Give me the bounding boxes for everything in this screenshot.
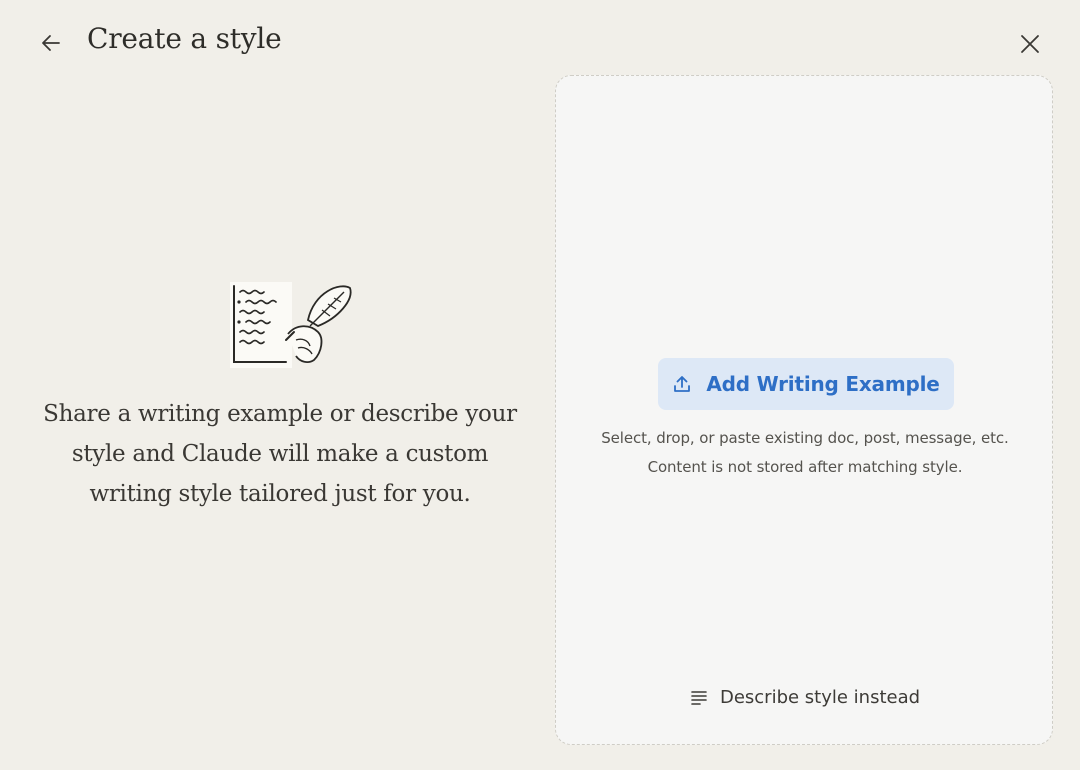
writing-example-dropzone[interactable]: Add Writing Example Select, drop, or pas…	[555, 75, 1053, 745]
intro-description: Share a writing example or describe your…	[43, 401, 517, 507]
describe-style-button[interactable]: Describe style instead	[674, 680, 936, 714]
intro-pane: Share a writing example or describe your…	[0, 84, 556, 770]
close-icon	[1021, 35, 1039, 53]
upload-icon	[674, 376, 691, 392]
close-button[interactable]	[1012, 26, 1048, 62]
upload-hint: Select, drop, or paste existing doc, pos…	[601, 429, 1009, 447]
privacy-note: Content is not stored after matching sty…	[647, 458, 963, 476]
add-writing-example-button[interactable]: Add Writing Example	[658, 358, 954, 410]
arrow-left-icon	[42, 35, 60, 51]
quill-document-illustration	[226, 280, 356, 372]
back-button[interactable]	[34, 26, 68, 60]
page-title: Create a style	[87, 22, 282, 55]
text-lines-icon	[691, 691, 707, 705]
add-writing-example-label: Add Writing Example	[706, 372, 940, 396]
describe-style-label: Describe style instead	[719, 686, 921, 708]
dialog-header: Create a style	[0, 0, 1080, 84]
